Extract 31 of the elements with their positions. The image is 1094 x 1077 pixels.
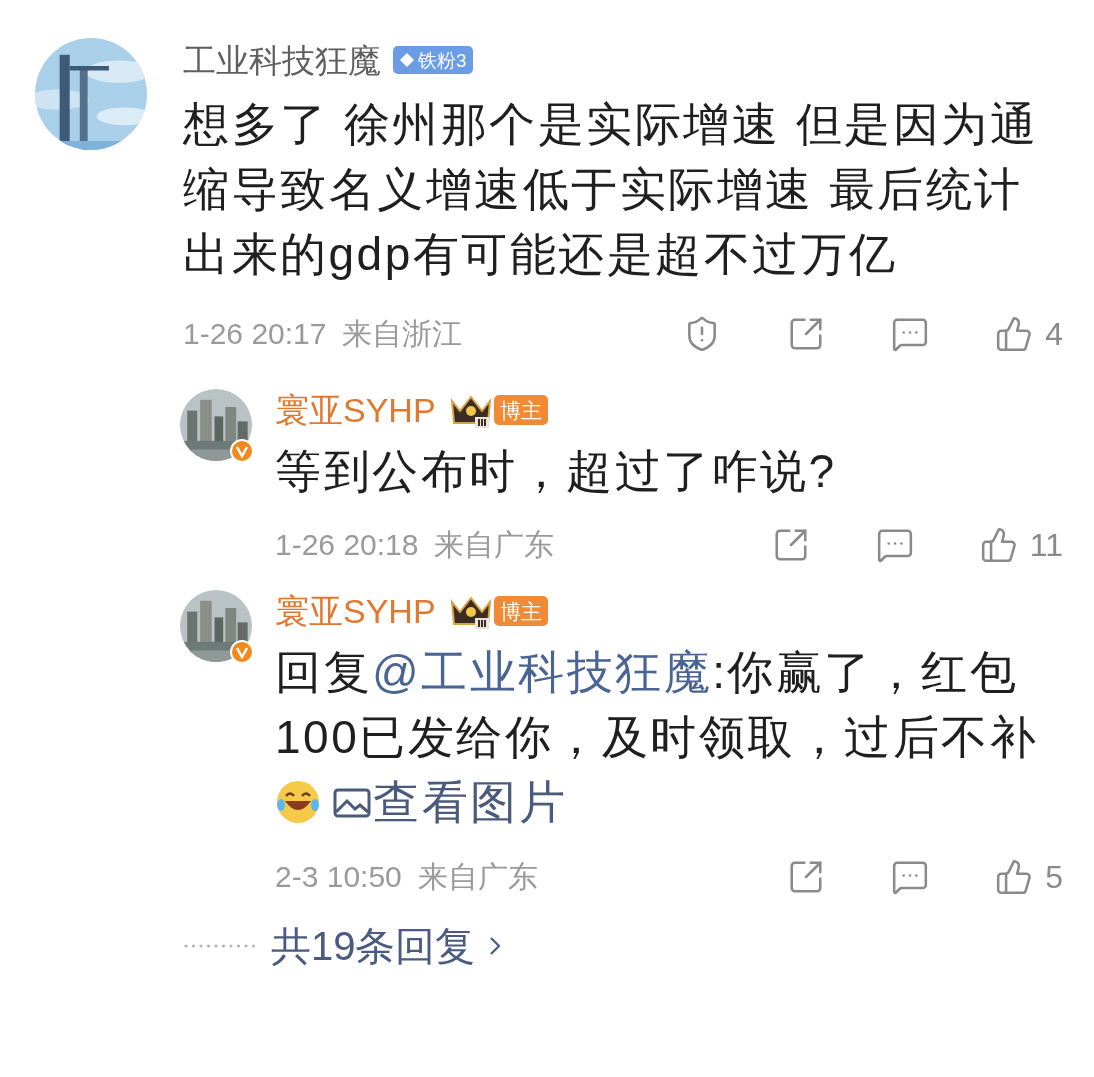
blogger-badge: 博主 (493, 395, 548, 425)
comment-text: 想多了 徐州那个是实际增速 但是因为通缩导致名义增速低于实际增速 最后统计出来的gdp有可能还是超不过万亿 (183, 97, 1040, 282)
timestamp: 1-26 20:17 (183, 319, 327, 349)
diamond-icon (399, 52, 415, 68)
location-label: 来自浙江 (342, 319, 463, 349)
location-label: 来自广东 (434, 530, 555, 560)
timestamp: 1-26 20:18 (275, 530, 419, 560)
laughing-emoji-icon (275, 778, 321, 825)
author-name[interactable]: 寰亚SYHP (275, 594, 436, 628)
author-name[interactable]: 寰亚SYHP (275, 393, 436, 427)
like-button[interactable]: 5 (995, 857, 1063, 896)
timestamp: 2-3 10:50 (275, 861, 402, 892)
like-button[interactable]: 4 (995, 315, 1063, 353)
thumbs-up-icon (995, 857, 1034, 896)
reply-text: 等到公布时，超过了咋说? (275, 444, 838, 499)
image-icon (333, 786, 371, 819)
thumbs-up-icon (995, 315, 1034, 353)
dotted-line-icon (183, 942, 257, 949)
view-image-link[interactable]: 查看图片 (333, 770, 567, 835)
location-label: 来自广东 (417, 861, 538, 892)
mention-link[interactable]: @工业科技狂魔 (372, 646, 713, 698)
comment-button[interactable] (891, 315, 930, 353)
thumbs-up-icon (979, 526, 1018, 564)
more-replies-link[interactable]: 共19条回复 (271, 925, 500, 966)
author-name[interactable]: 工业科技狂魔 (183, 43, 381, 77)
chevron-right-icon (489, 936, 500, 955)
comment-button[interactable] (875, 526, 914, 564)
fan-badge: 铁粉3 (393, 46, 473, 74)
like-button[interactable]: 11 (979, 526, 1063, 564)
blogger-badge: 博主 (493, 596, 548, 626)
reply-text: 回复@工业科技狂魔:你赢了，红包100已发给你，及时领取，过后不补 查看图片 (275, 640, 1067, 836)
